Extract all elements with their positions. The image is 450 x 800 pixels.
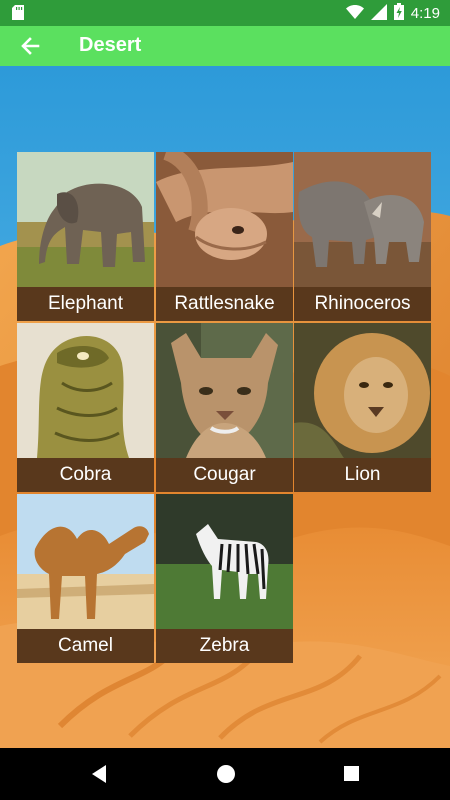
animal-label: Zebra	[156, 629, 293, 663]
navigation-bar	[0, 748, 450, 800]
animal-label: Rattlesnake	[156, 287, 293, 321]
rattlesnake-photo	[156, 152, 293, 287]
arrow-back-icon[interactable]	[18, 34, 44, 58]
animal-tile-rattlesnake[interactable]: Rattlesnake	[156, 152, 293, 321]
animal-label: Cobra	[17, 458, 154, 492]
page-title: Desert	[79, 34, 142, 56]
animal-grid: Elephant Rattlesnake Rhinoceros Cobra Co…	[17, 152, 431, 664]
camel-photo	[17, 494, 154, 629]
rhinoceros-photo	[294, 152, 431, 287]
sd-card-icon	[12, 5, 24, 25]
animal-tile-cougar[interactable]: Cougar	[156, 323, 293, 492]
cougar-photo	[156, 323, 293, 458]
back-triangle-icon[interactable]	[90, 764, 108, 789]
status-time: 4:19	[410, 5, 440, 22]
elephant-photo	[17, 152, 154, 287]
animal-tile-elephant[interactable]: Elephant	[17, 152, 154, 321]
animal-tile-rhinoceros[interactable]: Rhinoceros	[294, 152, 431, 321]
animal-label: Rhinoceros	[294, 287, 431, 321]
animal-label: Cougar	[156, 458, 293, 492]
status-bar: 4:19	[0, 0, 450, 26]
animal-tile-zebra[interactable]: Zebra	[156, 494, 293, 663]
zebra-photo	[156, 494, 293, 629]
app-bar: Desert	[0, 26, 450, 66]
animal-tile-cobra[interactable]: Cobra	[17, 323, 154, 492]
animal-tile-camel[interactable]: Camel	[17, 494, 154, 663]
animal-label: Lion	[294, 458, 431, 492]
signal-icon	[370, 3, 387, 24]
lion-photo	[294, 323, 431, 458]
home-circle-icon[interactable]	[216, 764, 236, 789]
wifi-icon	[345, 4, 364, 23]
cobra-photo	[17, 323, 154, 458]
animal-tile-lion[interactable]: Lion	[294, 323, 431, 492]
animal-label: Camel	[17, 629, 154, 663]
battery-charging-icon	[393, 3, 404, 24]
recents-square-icon[interactable]	[343, 765, 360, 787]
animal-label: Elephant	[17, 287, 154, 321]
